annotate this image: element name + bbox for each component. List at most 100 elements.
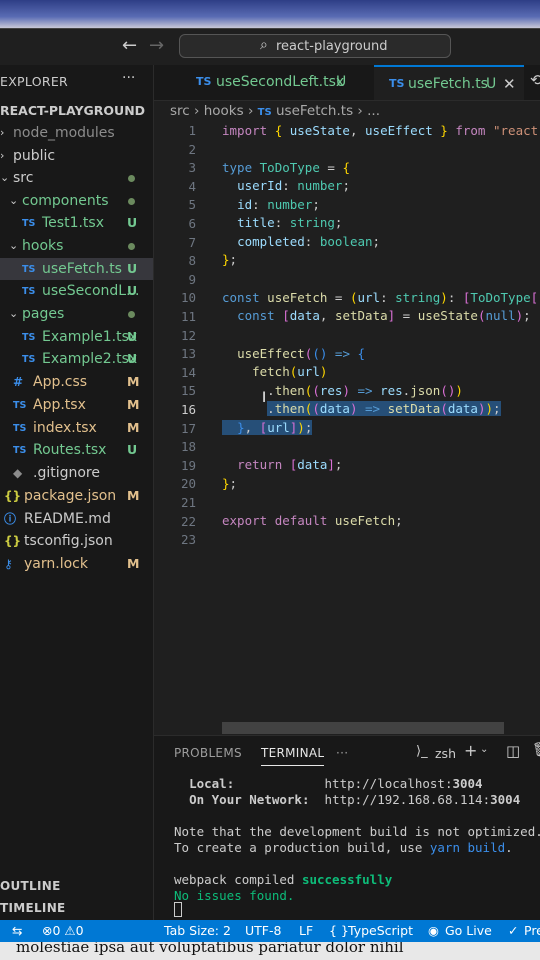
tab-terminal[interactable]: TERMINAL <box>261 746 325 766</box>
breadcrumb-hooks[interactable]: hooks <box>204 103 244 119</box>
chevron-down-icon[interactable]: ⌄ <box>9 190 18 212</box>
code-line-6: title: string; <box>237 215 343 230</box>
chevron-right-icon: › <box>247 103 258 119</box>
tab-status: U <box>336 74 347 90</box>
breadcrumb-src[interactable]: src <box>170 103 190 119</box>
outline-section[interactable]: OUTLINE <box>0 879 61 893</box>
horizontal-scrollbar[interactable] <box>222 722 504 734</box>
add-terminal-icon[interactable]: + <box>464 741 477 760</box>
tab-usesecondleft[interactable]: TS useSecondLeft.tsx U <box>154 65 372 100</box>
tree-item-usesecondl[interactable]: TS useSecondL... U <box>0 280 153 302</box>
code-line-10: const useFetch = (url: string): [ToDoTyp… <box>222 290 540 305</box>
overlay-caption: molestiae ipsa aut voluptatibus pariatur… <box>0 942 540 960</box>
line-number: 17 <box>180 420 196 436</box>
tree-item-yarn-lock[interactable]: ⚷ yarn.lock M <box>0 553 153 575</box>
project-root[interactable]: REACT-PLAYGROUND <box>0 100 153 122</box>
chevron-down-icon[interactable]: ⌄ <box>9 303 18 325</box>
tree-item-example1-tsx[interactable]: TS Example1.tsx U <box>0 326 153 348</box>
line-ending[interactable]: LF <box>299 923 313 938</box>
code-line-8: }; <box>222 252 238 267</box>
git-status-badge: M <box>127 556 140 571</box>
remote-icon[interactable]: ⇆ <box>12 923 22 938</box>
terminal-shell-name[interactable]: zsh <box>435 746 456 761</box>
back-arrow-icon[interactable]: ← <box>122 35 137 56</box>
chevron-down-icon[interactable]: ⌄ <box>480 744 488 755</box>
code-line-7: completed: boolean; <box>237 234 381 249</box>
search-text: react-playground <box>276 39 388 54</box>
tree-item-src[interactable]: ⌄ src <box>0 167 153 189</box>
go-live-button[interactable]: Go Live <box>445 923 492 938</box>
project-root-label: REACT-PLAYGROUND <box>0 103 146 118</box>
panel-more-icon[interactable]: ··· <box>336 746 348 760</box>
explorer-title: EXPLORER <box>0 74 69 89</box>
language-mode[interactable]: TypeScript <box>348 923 413 938</box>
tree-item-label: hooks <box>22 238 64 254</box>
command-search-box[interactable]: ⌕ react-playground <box>179 34 451 58</box>
tree-item-usefetch-ts[interactable]: TS useFetch.ts U <box>0 258 153 280</box>
tree-item-components[interactable]: ⌄ components <box>0 190 153 212</box>
local-label: Local: <box>189 776 235 791</box>
tree-item-label: useSecondL... <box>42 283 140 299</box>
line-number: 12 <box>180 327 196 343</box>
tree-item-index-tsx[interactable]: TS index.tsx M <box>0 417 153 439</box>
tab-usefetch[interactable]: TS useFetch.ts U ✕ <box>374 65 524 100</box>
tree-item-tsconfig-json[interactable]: {} tsconfig.json <box>0 530 153 552</box>
line-number: 14 <box>180 364 196 380</box>
mouse-cursor-icon: I <box>262 390 267 406</box>
tab-size[interactable]: Tab Size: 2 <box>164 923 231 938</box>
tree-item-label: index.tsx <box>33 420 97 436</box>
status-bar: ⇆ ⊗0 ⚠0 Tab Size: 2 UTF-8 LF { } TypeScr… <box>0 920 540 942</box>
tree-item-node-modules[interactable]: › node_modules <box>0 122 153 144</box>
tree-item-label: Example2.tsx <box>42 351 138 367</box>
network-port: 3004 <box>490 792 521 807</box>
tree-item-readme-md[interactable]: ⓘ README.md <box>0 508 153 530</box>
tree-item-routes-tsx[interactable]: TS Routes.tsx U <box>0 439 153 461</box>
chevron-down-icon[interactable]: ⌄ <box>9 235 18 257</box>
tree-item-label: pages <box>22 306 65 322</box>
tree-item-package-json[interactable]: {} package.json M <box>0 485 153 507</box>
chevron-right-icon: › <box>194 103 204 119</box>
breadcrumb-file[interactable]: useFetch.ts <box>276 103 353 119</box>
line-number: 6 <box>188 216 196 231</box>
braces-icon: { } <box>329 923 349 938</box>
code-line-3: type ToDoType = { <box>222 160 350 175</box>
json-file-icon: {} <box>4 489 22 503</box>
tree-item-label: tsconfig.json <box>24 533 113 549</box>
git-status-dot <box>128 243 135 250</box>
chevron-down-icon[interactable]: ⌄ <box>0 167 9 189</box>
chevron-right-icon[interactable]: › <box>0 122 4 144</box>
tree-item-pages[interactable]: ⌄ pages <box>0 303 153 325</box>
tree-item-hooks[interactable]: ⌄ hooks <box>0 235 153 257</box>
encoding[interactable]: UTF-8 <box>245 923 281 938</box>
double-check-icon: ✓ <box>508 923 519 938</box>
code-line-13: useEffect(() => { <box>237 346 366 361</box>
tree-item-test1-tsx[interactable]: TS Test1.tsx U <box>0 212 153 234</box>
split-terminal-icon[interactable]: ◫ <box>506 742 520 760</box>
editor-tab-bar: TS useSecondLeft.tsx U TS useFetch.ts U … <box>154 65 540 101</box>
line-number: 8 <box>188 253 196 269</box>
explorer-more-icon[interactable]: ··· <box>122 70 135 86</box>
breadcrumb-symbol[interactable]: ... <box>367 103 380 119</box>
prettier-status[interactable]: Pre <box>524 923 540 938</box>
tree-item-app-css[interactable]: # App.css M <box>0 371 153 393</box>
git-status-badge: M <box>127 488 140 503</box>
window-top-strip <box>0 0 540 28</box>
tree-item-public[interactable]: › public <box>0 145 153 167</box>
code-editor[interactable]: 1 2 3 4 5 6 7 8 9 10 11 12 13 14 15 16 17 18 19 20 21 22 23 im… <box>154 122 540 734</box>
trash-icon[interactable]: 🗑 <box>532 742 540 758</box>
chevron-right-icon[interactable]: › <box>0 145 4 167</box>
git-status-dot <box>128 311 135 318</box>
forward-arrow-icon[interactable]: → <box>149 35 164 56</box>
tab-problems[interactable]: PROBLEMS <box>174 746 242 760</box>
git-status-badge: U <box>127 261 138 276</box>
problems-indicator[interactable]: ⊗0 ⚠0 <box>42 923 84 938</box>
tree-item-label: public <box>13 148 56 164</box>
split-editor-icon[interactable]: ⟲ <box>530 71 540 89</box>
timeline-section[interactable]: TIMELINE <box>0 901 66 915</box>
tree-item--gitignore[interactable]: ◆ .gitignore <box>0 462 153 484</box>
overlay-caption-text: molestiae ipsa aut voluptatibus pariatur… <box>16 942 404 956</box>
tree-item-app-tsx[interactable]: TS App.tsx M <box>0 394 153 416</box>
close-icon[interactable]: ✕ <box>503 67 516 101</box>
tree-item-example2-tsx[interactable]: TS Example2.tsx U <box>0 348 153 370</box>
line-number: 11 <box>180 309 196 324</box>
